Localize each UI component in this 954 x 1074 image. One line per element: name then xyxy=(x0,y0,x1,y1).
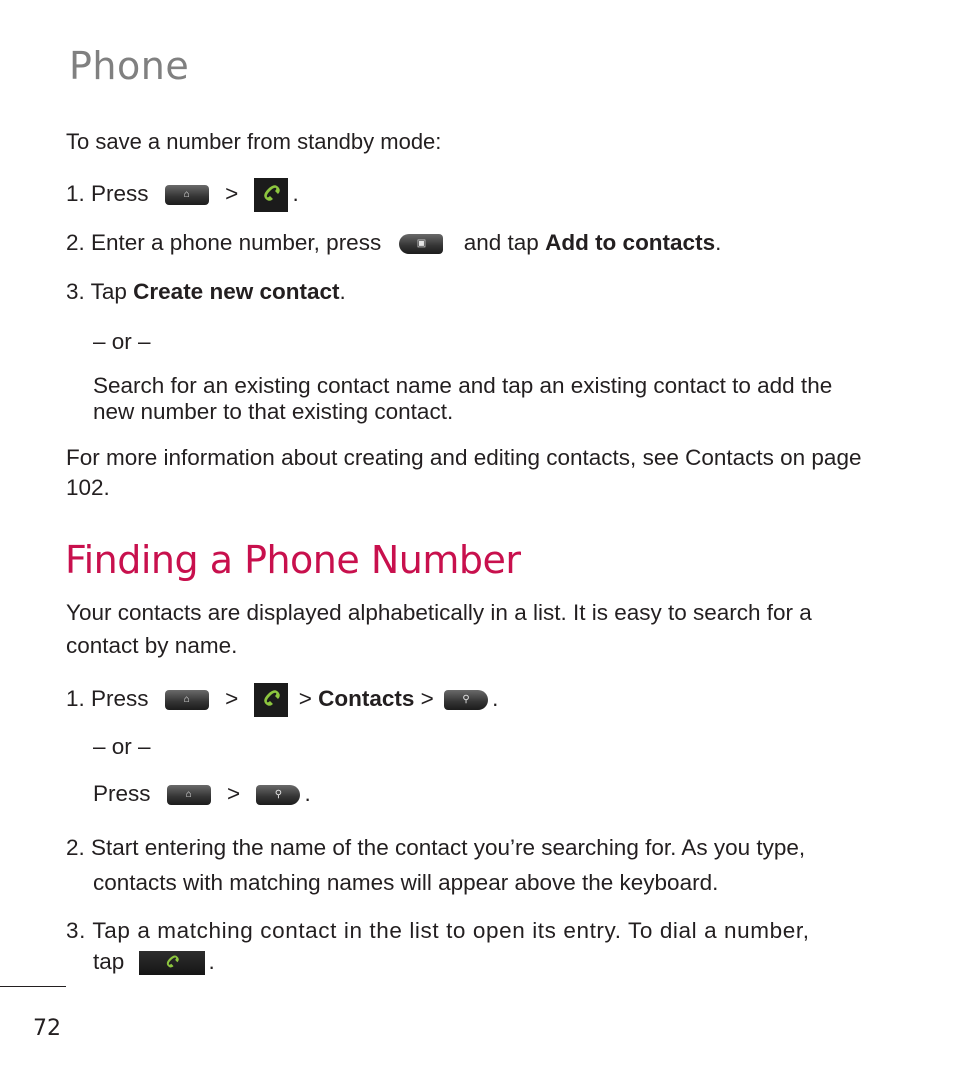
finding-alt-press: Press ⌂ > ⚲. xyxy=(93,781,311,807)
alt-text-line1: Search for an existing contact name and … xyxy=(93,373,833,398)
step-text: tap xyxy=(93,949,125,974)
separator: > xyxy=(225,685,239,711)
step-text: 1. Press xyxy=(66,685,149,711)
home-key-icon: ⌂ xyxy=(166,785,211,806)
add-to-contacts-label: Add to contacts xyxy=(545,230,716,255)
home-key-icon: ⌂ xyxy=(164,185,209,205)
search-key-icon: ⚲ xyxy=(256,785,301,806)
finding-heading: Finding a Phone Number xyxy=(65,538,521,582)
step-text: Press xyxy=(93,781,151,806)
finding-step-2-line1: 2. Start entering the name of the contac… xyxy=(66,835,806,860)
menu-key-icon: ▣ xyxy=(399,234,444,255)
separator: > xyxy=(420,685,434,711)
step-end: . xyxy=(492,685,499,711)
step-end: . xyxy=(208,949,215,974)
home-key-icon: ⌂ xyxy=(164,690,209,710)
or-divider: – or – xyxy=(93,734,151,759)
info-text-line1: For more information about creating and … xyxy=(66,445,862,470)
step-text: 1. Press xyxy=(66,180,149,206)
step-text: 3. Tap xyxy=(66,279,127,304)
finding-step-3-line1: 3. Tap a matching contact in the list to… xyxy=(66,918,810,943)
info-text-line2: 102. xyxy=(66,475,110,500)
save-step-2: 2. Enter a phone number, press ▣ and tap… xyxy=(66,230,721,256)
finding-intro-line1: Your contacts are displayed alphabetical… xyxy=(66,600,812,625)
finding-step-3-line2: tap . xyxy=(93,949,215,976)
search-key-icon: ⚲ xyxy=(444,690,489,710)
separator: > xyxy=(298,685,312,711)
page-number: 72 xyxy=(33,1016,61,1041)
phone-app-icon xyxy=(254,178,289,212)
save-step-3: 3. Tap Create new contact. xyxy=(66,279,346,305)
create-new-contact-label: Create new contact xyxy=(133,279,340,304)
call-button-icon xyxy=(138,951,205,976)
step-end: . xyxy=(715,230,722,255)
finding-step-2-line2: contacts with matching names will appear… xyxy=(93,870,719,895)
separator: > xyxy=(225,180,239,206)
save-number-heading: To save a number from standby mode: xyxy=(66,129,442,154)
section-title: Phone xyxy=(69,44,190,88)
save-step-1: 1. Press ⌂ > . xyxy=(66,178,299,212)
alt-text-line2: new number to that existing contact. xyxy=(93,399,454,424)
finding-step-1: 1. Press ⌂ > > Contacts > ⚲. xyxy=(66,683,498,717)
finding-intro-line2: contact by name. xyxy=(66,633,238,658)
step-text: and tap xyxy=(463,230,539,255)
separator: > xyxy=(227,781,241,806)
phone-app-icon xyxy=(254,683,289,717)
step-text: 2. Enter a phone number, press xyxy=(66,230,382,255)
step-end: . xyxy=(339,279,346,304)
step-end: . xyxy=(292,180,299,206)
footer-rule xyxy=(0,986,66,987)
or-divider: – or – xyxy=(93,329,151,354)
step-end: . xyxy=(304,781,311,806)
contacts-label: Contacts xyxy=(318,685,415,711)
